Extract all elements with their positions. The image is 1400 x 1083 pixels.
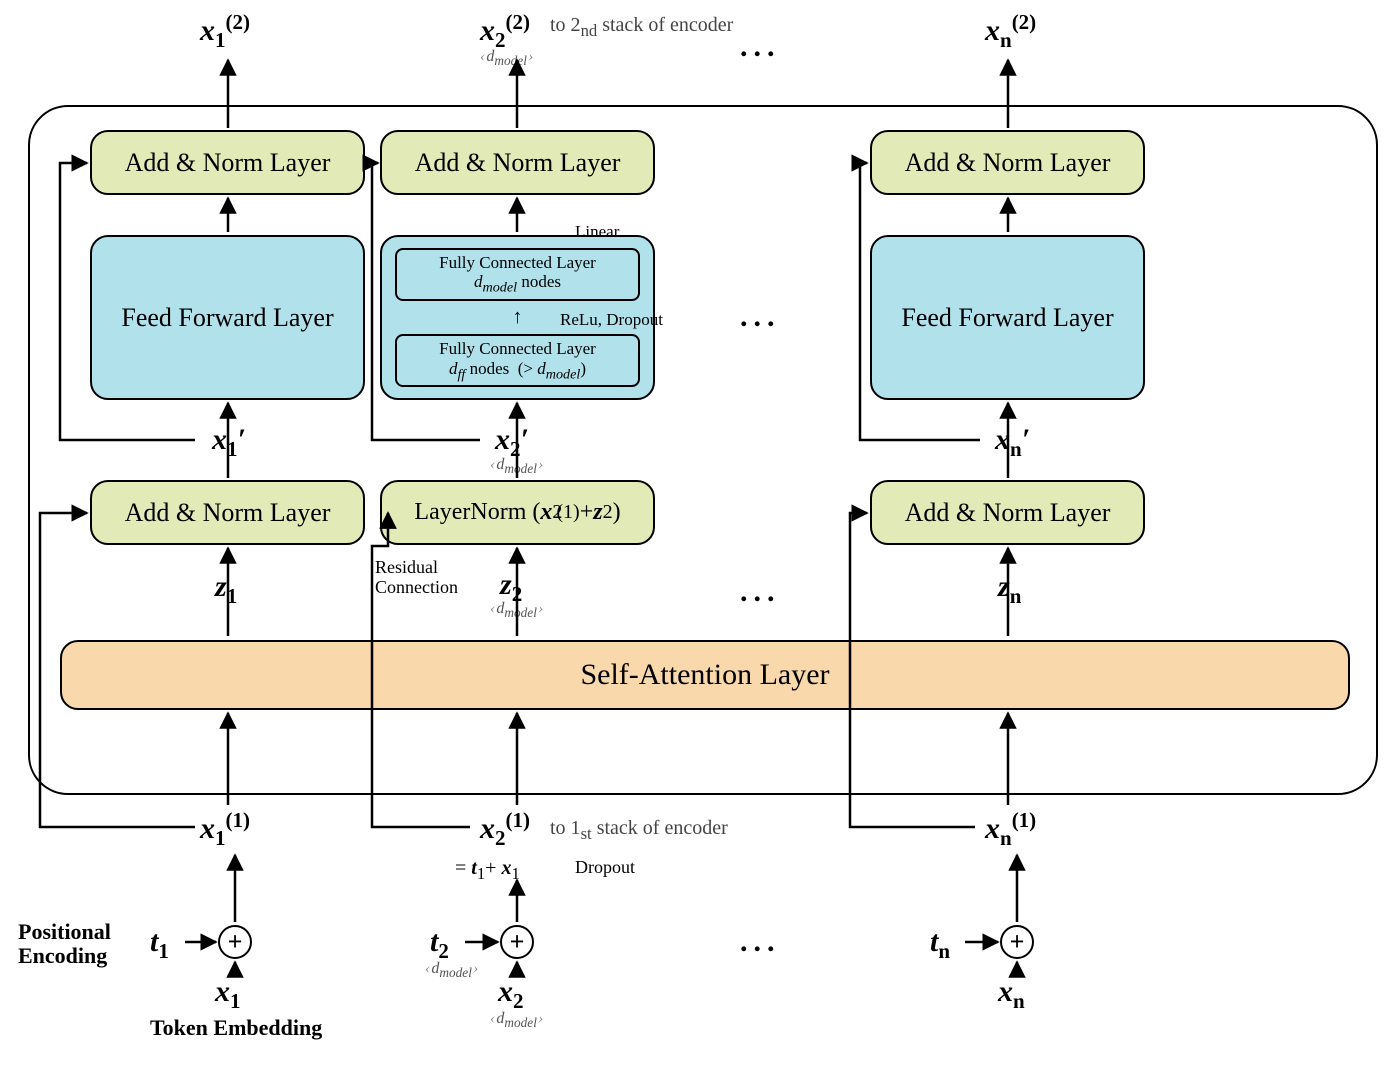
self-attention-layer: Self-Attention Layer — [60, 640, 1350, 710]
ellipsis-top: ... — [740, 30, 781, 64]
ellipsis-x1: ... — [740, 925, 781, 959]
ffn-fc-top: Fully Connected Layerdmodel nodes — [395, 248, 641, 301]
addnorm-top-col3: Add & Norm Layer — [870, 130, 1145, 195]
ffn-fc-bottom: Fully Connected Layerdff nodes (> dmodel… — [395, 334, 641, 387]
note-residual: Residual Connection — [375, 558, 458, 598]
addnorm-top-col2: Add & Norm Layer — [380, 130, 655, 195]
x2-bottom: x2 — [498, 975, 524, 1014]
x1-1-label: x1(1) — [200, 808, 250, 851]
addnorm-bot-col1: Add & Norm Layer — [90, 480, 365, 545]
x2-1-label: x2(1) — [480, 808, 530, 851]
t1-label: t1 — [150, 925, 169, 964]
note-pos-enc: Positional Encoding — [18, 920, 111, 968]
note-dropout: Dropout — [575, 857, 635, 878]
output-x1-2: x1(2) — [200, 10, 250, 53]
note-tok-emb: Token Embedding — [150, 1015, 322, 1041]
plus-col3: + — [1000, 925, 1034, 959]
note-to-2nd: to 2nd stack of encoder — [550, 14, 733, 41]
x1-bottom: x1 — [215, 975, 241, 1014]
layernorm-expanded-col2: LayerNorm (x2(1)+ z2) — [380, 480, 655, 545]
tn-label: tn — [930, 925, 950, 964]
addnorm-top-col1: Add & Norm Layer — [90, 130, 365, 195]
ellipsis-ffn: ... — [740, 300, 781, 334]
xn-1-label: xn(1) — [985, 808, 1036, 851]
ellipsis-z: ... — [740, 575, 781, 609]
dim-z2: dmodel — [490, 600, 543, 621]
addnorm-bot-col3: Add & Norm Layer — [870, 480, 1145, 545]
plus-col1: + — [218, 925, 252, 959]
note-to-1st: to 1st stack of encoder — [550, 817, 728, 844]
ffn-act-label: ReLu, Dropout — [560, 310, 663, 330]
z1-label: z1 — [215, 570, 237, 609]
zn-label: zn — [998, 570, 1021, 609]
x1-prime: x1′ — [212, 423, 246, 462]
t2-label: t2 — [430, 925, 449, 964]
plus-col2: + — [500, 925, 534, 959]
output-xn-2: xn(2) — [985, 10, 1036, 53]
dim-x2-2: dmodel — [480, 48, 533, 69]
dim-x2-prime: dmodel — [490, 456, 543, 477]
note-eq: = t1+ x1 — [455, 857, 520, 884]
dim-x2-bottom: dmodel — [490, 1010, 543, 1031]
xn-bottom: xn — [998, 975, 1025, 1014]
ffn-col1: Feed Forward Layer — [90, 235, 365, 400]
ffn-linear-label: Linear — [575, 222, 619, 242]
xn-prime: xn′ — [995, 423, 1030, 462]
ffn-col3: Feed Forward Layer — [870, 235, 1145, 400]
dim-t2: dmodel — [425, 960, 478, 981]
output-x2-2: x2(2) — [480, 10, 530, 53]
